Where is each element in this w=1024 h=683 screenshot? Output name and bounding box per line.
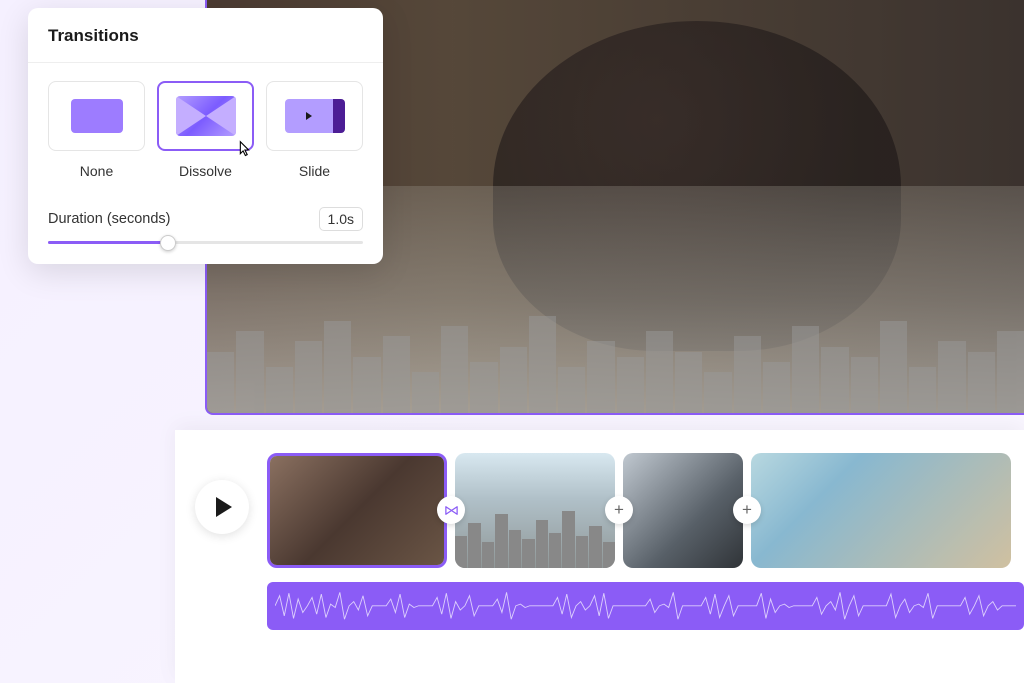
plus-icon: + bbox=[742, 500, 752, 520]
clip-band-singer[interactable] bbox=[267, 453, 447, 568]
slider-fill bbox=[48, 241, 168, 244]
dissolve-icon bbox=[176, 96, 236, 136]
transition-option-slide[interactable]: Slide bbox=[266, 81, 363, 179]
transition-label: Dissolve bbox=[179, 163, 232, 179]
transition-label: None bbox=[80, 163, 113, 179]
none-icon bbox=[71, 99, 123, 133]
transition-option-dissolve[interactable]: Dissolve bbox=[157, 81, 254, 179]
clip-dancers[interactable] bbox=[751, 453, 1011, 568]
duration-slider[interactable] bbox=[48, 241, 363, 244]
transition-label: Slide bbox=[299, 163, 330, 179]
waveform-icon bbox=[275, 589, 1016, 623]
audio-track[interactable] bbox=[267, 582, 1024, 630]
video-clips-track: + + bbox=[267, 450, 1024, 570]
clip-band-wide[interactable] bbox=[623, 453, 743, 568]
transition-option-none[interactable]: None bbox=[48, 81, 145, 179]
play-button[interactable] bbox=[195, 480, 249, 534]
cursor-pointer-icon bbox=[233, 139, 255, 161]
transitions-panel: Transitions None Dissolve bbox=[28, 8, 383, 264]
slide-icon bbox=[285, 99, 345, 133]
panel-title: Transitions bbox=[48, 26, 363, 46]
transition-marker-dissolve[interactable] bbox=[437, 496, 465, 524]
slider-handle[interactable] bbox=[160, 235, 176, 251]
duration-label: Duration (seconds) bbox=[48, 211, 171, 227]
duration-value-input[interactable]: 1.0s bbox=[319, 207, 363, 231]
add-transition-button[interactable]: + bbox=[605, 496, 633, 524]
bowtie-icon bbox=[444, 503, 459, 518]
divider bbox=[28, 62, 383, 63]
add-transition-button[interactable]: + bbox=[733, 496, 761, 524]
clip-cityscape[interactable] bbox=[455, 453, 615, 568]
transitions-options: None Dissolve Slide bbox=[48, 81, 363, 179]
play-icon bbox=[216, 497, 232, 517]
timeline: + + bbox=[175, 430, 1024, 683]
plus-icon: + bbox=[614, 500, 624, 520]
